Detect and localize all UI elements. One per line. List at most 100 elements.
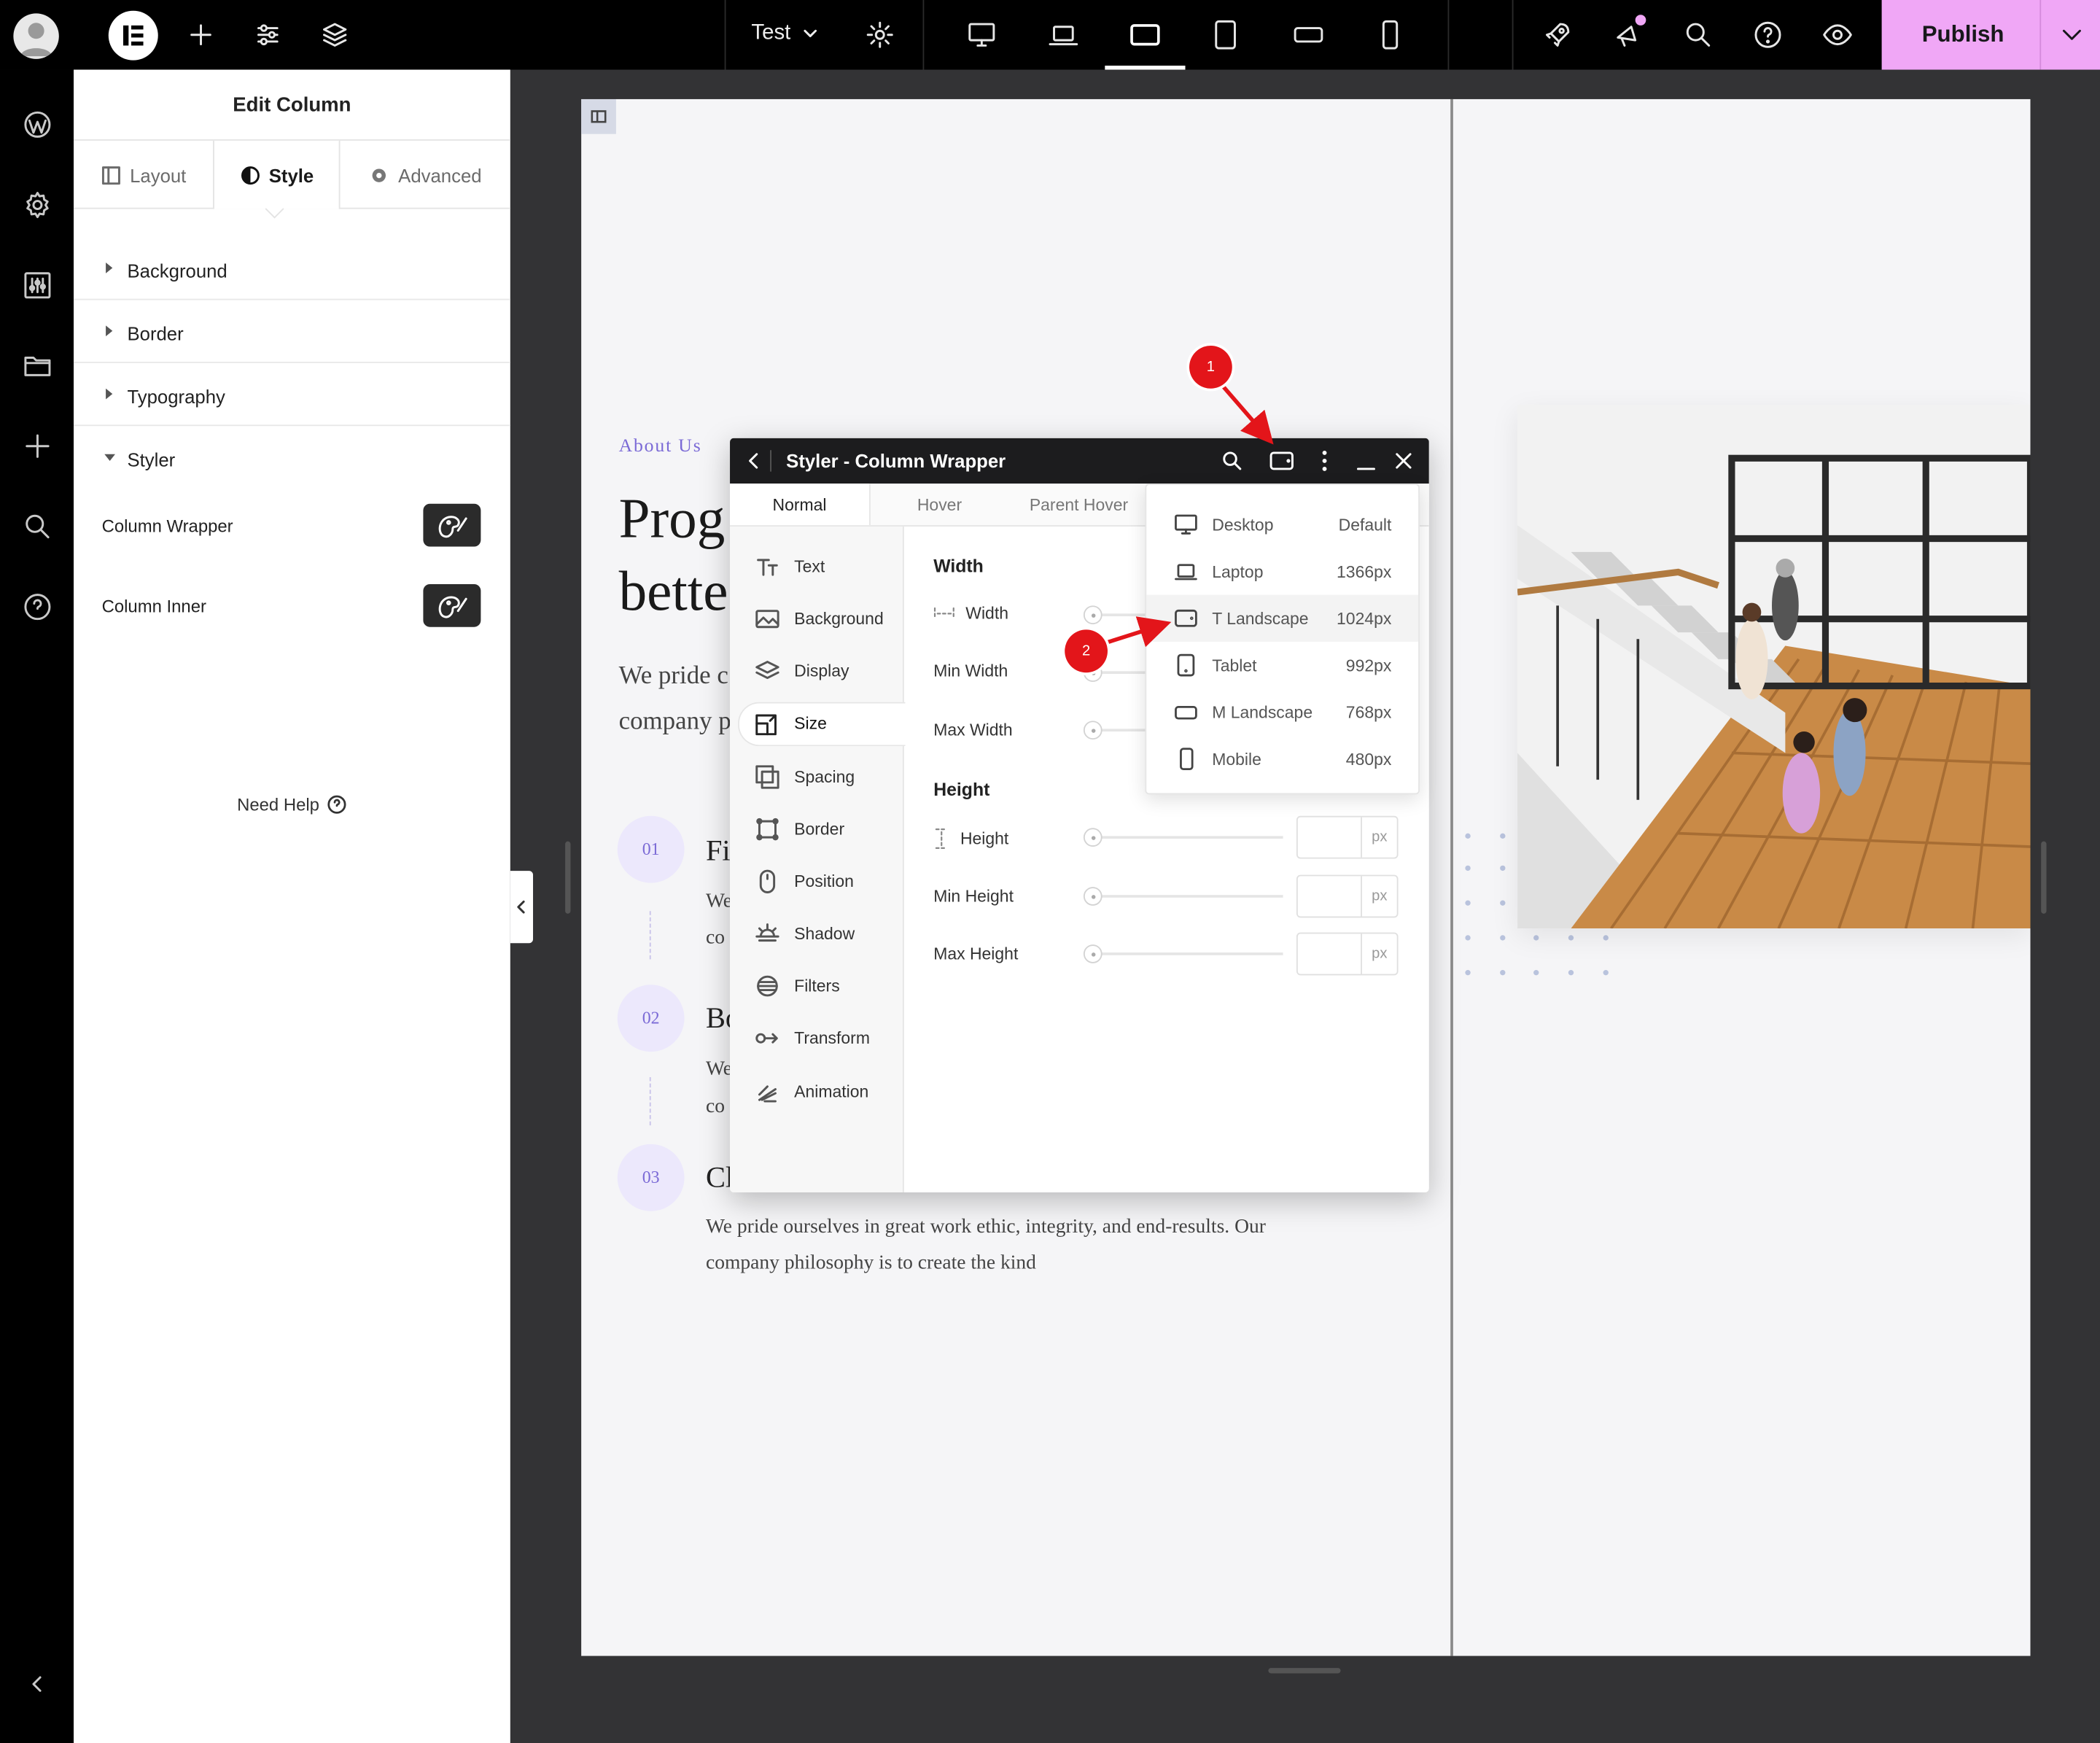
nav-filters[interactable]: Filters: [754, 973, 840, 1000]
breakpoint-dropdown: Desktop Default Laptop 1366px T Landscape 1…: [1145, 484, 1420, 795]
top-bar: Test Publish: [0, 0, 2100, 70]
settings-gear-icon[interactable]: [21, 189, 53, 221]
tab-style[interactable]: Style: [213, 140, 341, 209]
section-typography[interactable]: Typography: [74, 363, 510, 427]
nav-animation[interactable]: Animation: [754, 1079, 868, 1106]
nav-size[interactable]: Size: [754, 710, 827, 737]
palette-brush-icon: [438, 516, 467, 538]
canvas-bottom-handle[interactable]: [1268, 1668, 1341, 1674]
resize-handle[interactable]: [2041, 841, 2047, 914]
step-number-badge: 01: [617, 815, 685, 883]
nav-border[interactable]: Border: [754, 816, 844, 843]
min-height-slider[interactable]: [1083, 887, 1283, 906]
rocket-icon[interactable]: [1541, 19, 1574, 51]
step-number-badge: 03: [617, 1144, 685, 1211]
breakpoint-tablet-landscape[interactable]: T Landscape 1024px: [1146, 594, 1419, 642]
column-wrapper-styler-button[interactable]: [423, 503, 481, 547]
panel-collapse-toggle[interactable]: [510, 871, 534, 944]
close-icon[interactable]: [1391, 448, 1415, 475]
help-icon[interactable]: [21, 591, 53, 623]
nav-transform[interactable]: Transform: [754, 1025, 870, 1052]
tablet-landscape-view-icon[interactable]: [1129, 19, 1161, 51]
breakpoint-mobile-landscape[interactable]: M Landscape 768px: [1146, 688, 1418, 735]
help-icon[interactable]: [1751, 19, 1784, 51]
breakpoint-desktop[interactable]: Desktop Default: [1146, 501, 1418, 548]
tablet-view-icon[interactable]: [1210, 19, 1242, 51]
tab-advanced[interactable]: Advanced: [341, 141, 510, 209]
breakpoint-laptop[interactable]: Laptop 1366px: [1146, 548, 1418, 594]
notifications-megaphone-icon[interactable]: [1612, 15, 1646, 51]
section-styler[interactable]: Styler: [74, 426, 510, 489]
search-icon[interactable]: [1682, 19, 1714, 51]
nav-display[interactable]: Display: [754, 658, 849, 685]
section-background[interactable]: Background: [74, 237, 510, 300]
mobile-landscape-icon: [1175, 706, 1197, 720]
min-height-input[interactable]: px: [1296, 874, 1399, 918]
tab-layout[interactable]: Layout: [74, 141, 213, 209]
column-handle-icon[interactable]: [581, 98, 616, 134]
need-help-link[interactable]: Need Help: [237, 794, 347, 815]
elementor-logo-icon[interactable]: [108, 10, 158, 61]
resize-handle[interactable]: [565, 841, 571, 914]
nav-text[interactable]: Text: [754, 554, 825, 581]
breakpoint-tablet[interactable]: Tablet 992px: [1146, 642, 1418, 688]
responsive-mode-icon[interactable]: [1268, 448, 1295, 475]
chevron-left-icon: [517, 900, 525, 914]
nav-position[interactable]: Position: [754, 868, 854, 895]
nav-spacing[interactable]: Spacing: [754, 764, 855, 791]
user-avatar[interactable]: [13, 13, 59, 59]
mobile-icon: [1180, 748, 1194, 771]
folder-icon[interactable]: [21, 349, 53, 381]
search-icon[interactable]: [21, 511, 53, 543]
section-border[interactable]: Border: [74, 300, 510, 363]
tab-hover[interactable]: Hover: [871, 486, 1008, 524]
size-icon: [755, 714, 777, 736]
collapse-chevron-left-icon[interactable]: [21, 1668, 53, 1700]
step-text-line1: We pride ourselves in great work ethic, …: [705, 1216, 1266, 1238]
tab-normal[interactable]: Normal: [730, 484, 871, 526]
height-label: Height: [933, 828, 1008, 849]
back-chevron-icon[interactable]: [741, 448, 768, 475]
image-icon: [755, 610, 779, 629]
width-label: Width: [933, 605, 1008, 623]
preview-eye-icon[interactable]: [1821, 19, 1854, 51]
site-settings-icon[interactable]: [252, 19, 284, 51]
left-rail: [0, 69, 74, 1743]
more-options-icon[interactable]: [1314, 448, 1335, 475]
breakpoint-mobile[interactable]: Mobile 480px: [1146, 736, 1418, 783]
column-inner-styler-button[interactable]: [423, 583, 481, 627]
height-slider[interactable]: [1083, 828, 1283, 847]
max-height-input[interactable]: px: [1296, 932, 1399, 976]
tab-parent-hover[interactable]: Parent Hover: [1008, 486, 1149, 524]
publish-options-chevron-icon[interactable]: [2057, 20, 2086, 50]
add-element-icon[interactable]: [184, 19, 217, 51]
mobile-view-icon[interactable]: [1374, 19, 1406, 51]
wordpress-icon[interactable]: [21, 109, 53, 141]
height-unit[interactable]: px: [1361, 817, 1397, 858]
laptop-view-icon[interactable]: [1047, 19, 1079, 51]
page-name-dropdown[interactable]: Test: [751, 21, 820, 45]
text-icon: [757, 559, 778, 576]
column-wrapper-label: Column Wrapper: [101, 516, 233, 536]
adjustments-icon[interactable]: [21, 269, 53, 301]
height-arrows-icon: [935, 828, 948, 849]
search-icon[interactable]: [1220, 449, 1244, 473]
max-height-unit[interactable]: px: [1361, 933, 1397, 974]
nav-shadow[interactable]: Shadow: [754, 920, 855, 947]
minimize-icon[interactable]: [1354, 448, 1378, 475]
add-icon[interactable]: [21, 430, 53, 462]
min-height-unit[interactable]: px: [1361, 876, 1397, 917]
nav-background[interactable]: Background: [754, 605, 884, 632]
layers-icon[interactable]: [319, 19, 351, 51]
max-height-slider[interactable]: [1083, 944, 1283, 963]
mobile-landscape-view-icon[interactable]: [1292, 19, 1324, 51]
tablet-icon: [1177, 653, 1195, 677]
height-heading: Height: [933, 780, 990, 800]
filter-globe-icon: [757, 975, 778, 997]
column-divider: [1450, 98, 1453, 1656]
publish-button[interactable]: Publish: [1922, 21, 2004, 48]
height-input[interactable]: px: [1296, 815, 1399, 859]
desktop-icon: [1175, 514, 1197, 535]
desktop-view-icon[interactable]: [965, 19, 998, 51]
page-settings-icon[interactable]: [864, 19, 896, 51]
